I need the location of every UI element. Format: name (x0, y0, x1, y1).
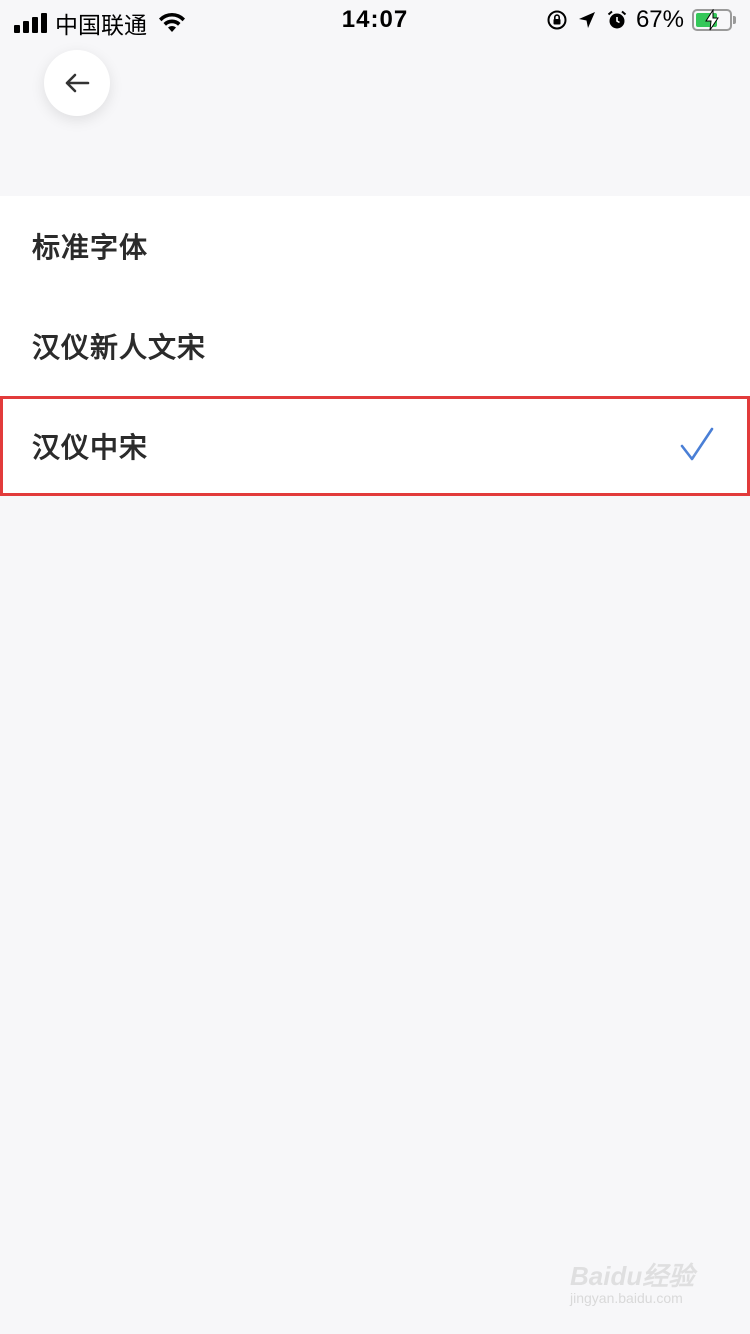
checkmark-icon (680, 427, 714, 461)
watermark-url: jingyan.baidu.com (570, 1290, 683, 1306)
font-option-label: 汉仪中宋 (32, 431, 149, 464)
rotation-lock-icon (547, 10, 567, 30)
back-button[interactable] (44, 50, 110, 116)
font-option-standard[interactable]: 标准字体 (0, 196, 750, 296)
watermark-brand: Baidu经验 (570, 1261, 695, 1291)
status-right: 67% (546, 6, 736, 34)
font-list: 标准字体 汉仪新人文宋 汉仪中宋 (0, 196, 750, 496)
baidu-jingyan-watermark: Baidu经验 jingyan.baidu.com (570, 1256, 710, 1316)
arrow-left-icon (65, 73, 90, 93)
battery-icon (692, 9, 736, 31)
status-bar: 中国联通 14:07 67% (0, 0, 750, 40)
alarm-icon (607, 10, 627, 29)
font-option-hanyi-xinrenwensong[interactable]: 汉仪新人文宋 (0, 296, 750, 396)
battery-percent: 67% (635, 6, 684, 33)
font-option-hanyi-zhongsong[interactable]: 汉仪中宋 (0, 396, 750, 496)
location-arrow-icon (578, 12, 595, 28)
font-option-label: 标准字体 (32, 231, 149, 264)
font-option-label: 汉仪新人文宋 (32, 331, 207, 364)
charging-bolt-icon (705, 9, 719, 31)
